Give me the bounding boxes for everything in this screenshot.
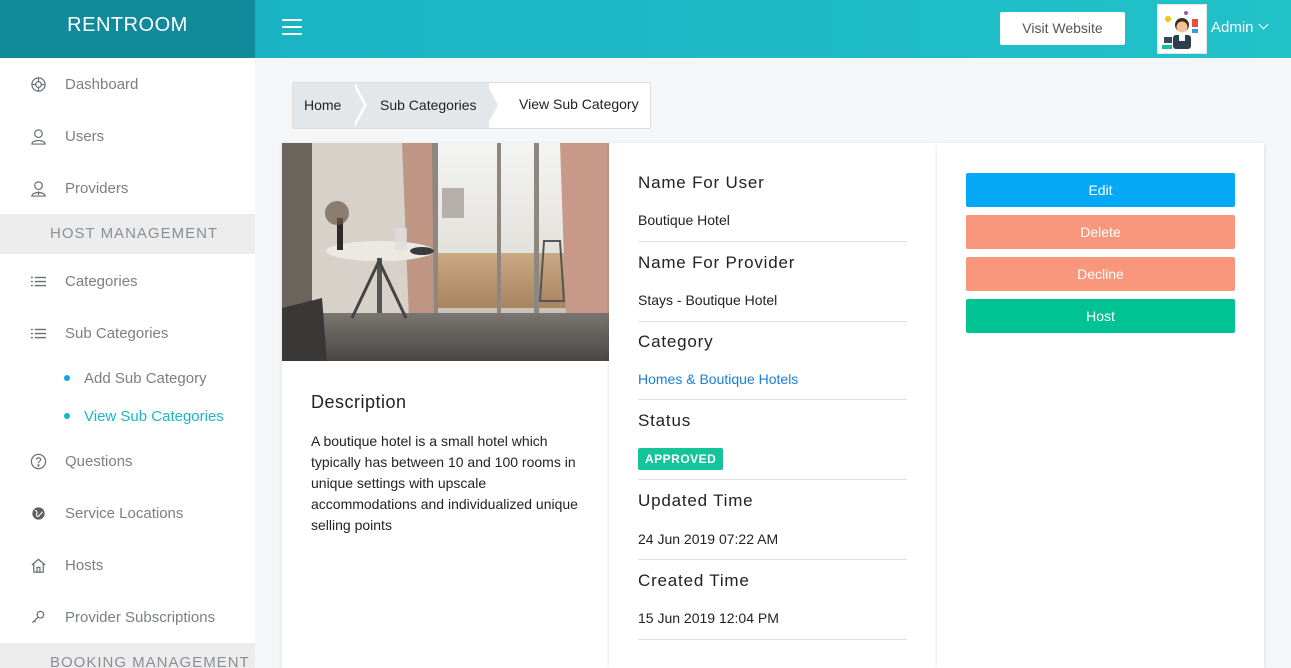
decline-button[interactable]: Decline: [966, 257, 1235, 291]
sidebar-item-provider-subscriptions[interactable]: Provider Subscriptions: [0, 591, 255, 643]
field-name-for-provider: Name For Provider Stays - Boutique Hotel: [638, 253, 907, 323]
divider: [638, 321, 907, 322]
breadcrumb: Home Sub Categories View Sub Category: [292, 82, 651, 129]
bullet-icon: [64, 413, 70, 419]
details-card: Name For User Boutique Hotel Name For Pr…: [609, 143, 937, 668]
sidebar-item-label: Users: [65, 127, 105, 145]
field-label: Updated Time: [638, 491, 754, 510]
divider: [638, 559, 907, 560]
question-icon: [29, 452, 47, 470]
visit-website-button[interactable]: Visit Website: [1000, 12, 1125, 45]
sidebar-item-label: Service Locations: [65, 504, 184, 522]
brand-logo[interactable]: RENTROOM: [0, 0, 255, 58]
status-badge: APPROVED: [638, 448, 724, 470]
field-label: Name For User: [638, 173, 765, 192]
sidebar-item-service-locations[interactable]: Service Locations: [0, 487, 255, 539]
sidebar-item-label: Questions: [65, 452, 133, 470]
field-label: Category: [638, 332, 714, 351]
dashboard-icon: [29, 75, 47, 93]
divider: [638, 241, 907, 242]
description-text: A boutique hotel is a small hotel which …: [311, 433, 578, 533]
sidebar-item-label: Hosts: [65, 556, 104, 574]
sidebar-item-users[interactable]: Users: [0, 110, 255, 162]
bullet-icon: [64, 375, 70, 381]
category-link[interactable]: Homes & Boutique Hotels: [638, 371, 798, 387]
field-updated-time: Updated Time 24 Jun 2019 07:22 AM: [638, 491, 907, 561]
description-heading: Description: [311, 392, 407, 412]
delete-button[interactable]: Delete: [966, 215, 1235, 249]
field-value: 24 Jun 2019 07:22 AM: [638, 531, 779, 547]
field-category: Category Homes & Boutique Hotels: [638, 332, 907, 402]
sidebar-item-questions[interactable]: Questions: [0, 435, 255, 487]
provider-icon: [29, 179, 47, 197]
sub-category-image: [282, 143, 609, 361]
sidebar-item-label: Dashboard: [65, 75, 139, 93]
sidebar-item-categories[interactable]: Categories: [0, 255, 255, 307]
sidebar-item-dashboard[interactable]: Dashboard: [0, 58, 255, 110]
breadcrumb-arrow: [486, 83, 498, 127]
top-bar: Visit Website Admin: [255, 0, 1291, 58]
globe-icon: [29, 504, 47, 522]
image-description-card: Description A boutique hotel is a small …: [282, 143, 609, 668]
field-value: Stays - Boutique Hotel: [638, 292, 778, 308]
sidebar-subitem-label: View Sub Categories: [84, 407, 224, 425]
sidebar-item-label: Sub Categories: [65, 324, 169, 342]
avatar[interactable]: [1157, 4, 1207, 54]
chevron-down-icon: [1258, 19, 1268, 30]
sidebar-item-providers[interactable]: Providers: [0, 162, 255, 214]
list-icon: [29, 324, 47, 342]
breadcrumb-arrow: [352, 83, 364, 127]
field-status: Status APPROVED: [638, 411, 907, 481]
breadcrumb-home[interactable]: Home: [304, 83, 341, 128]
field-value: Boutique Hotel: [638, 212, 730, 228]
field-name-for-user: Name For User Boutique Hotel: [638, 173, 907, 243]
field-value: 15 Jun 2019 12:04 PM: [638, 610, 779, 626]
actions-card: Edit Delete Decline Host: [937, 143, 1264, 668]
host-button[interactable]: Host: [966, 299, 1235, 333]
breadcrumb-sub-categories[interactable]: Sub Categories: [380, 83, 477, 128]
home-icon: [29, 556, 47, 574]
sidebar-subitem-view-sub-categories[interactable]: View Sub Categories: [64, 404, 224, 428]
sidebar-item-sub-categories[interactable]: Sub Categories: [0, 307, 255, 359]
menu-toggle-icon[interactable]: [282, 19, 302, 37]
list-icon: [29, 272, 47, 290]
sidebar-item-label: Providers: [65, 179, 129, 197]
sidebar: Dashboard Users Providers HOST MANAGEMEN…: [0, 58, 255, 668]
field-label: Name For Provider: [638, 253, 796, 272]
divider: [638, 399, 907, 400]
section-host-management: HOST MANAGEMENT: [0, 214, 255, 254]
field-created-time: Created Time 15 Jun 2019 12:04 PM: [638, 571, 907, 641]
field-label: Created Time: [638, 571, 750, 590]
admin-name: Admin: [1211, 19, 1254, 36]
key-icon: [29, 608, 47, 626]
admin-menu[interactable]: Admin: [1211, 19, 1268, 36]
divider: [638, 639, 907, 640]
user-icon: [29, 127, 47, 145]
breadcrumb-current: View Sub Category: [519, 96, 639, 112]
sidebar-subitem-label: Add Sub Category: [84, 369, 207, 387]
section-booking-management: BOOKING MANAGEMENT: [0, 643, 255, 668]
divider: [638, 479, 907, 480]
sidebar-item-hosts[interactable]: Hosts: [0, 539, 255, 591]
admin-avatar-icon: [1158, 5, 1206, 53]
sidebar-item-label: Categories: [65, 272, 138, 290]
sidebar-item-label: Provider Subscriptions: [65, 608, 216, 626]
edit-button[interactable]: Edit: [966, 173, 1235, 207]
sidebar-subitem-add-sub-category[interactable]: Add Sub Category: [64, 366, 207, 390]
field-label: Status: [638, 411, 691, 430]
